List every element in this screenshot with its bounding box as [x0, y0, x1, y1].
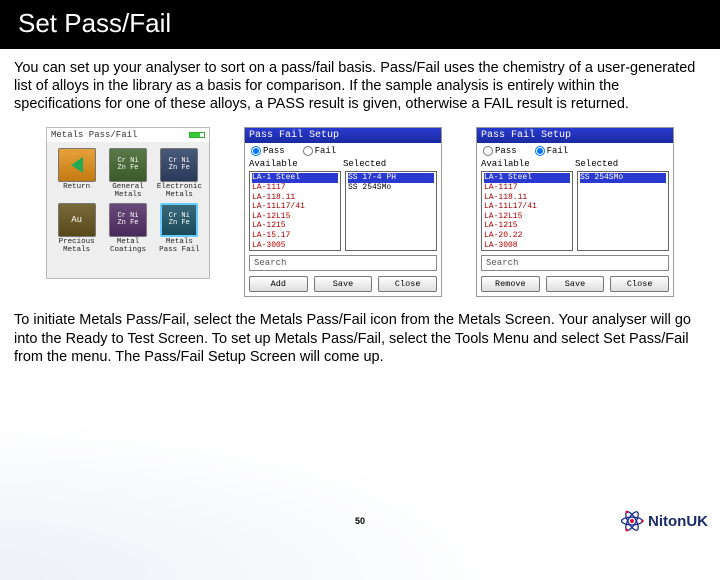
logo-text: NitonUK [648, 513, 708, 530]
list-item[interactable]: LA-118.11 [252, 193, 338, 203]
metals-passfail-button[interactable]: Cr NiZn Fe Metals Pass Fail [156, 203, 203, 254]
list-item[interactable]: LA-20.22 [484, 231, 570, 241]
list-item[interactable]: LA-12L15 [252, 212, 338, 222]
list-item[interactable]: LA-1117 [252, 183, 338, 193]
fail-radio-label: Fail [547, 146, 569, 156]
slide-title: Set Pass/Fail [0, 0, 720, 49]
list-item[interactable]: LA-15.17 [252, 231, 338, 241]
selected-list[interactable]: SS 17-4 PH SS 254SMo [345, 171, 437, 251]
panel-title: Pass Fail Setup [477, 128, 673, 143]
list-item[interactable]: LA-1 Steel [252, 173, 338, 183]
metal-coatings-button[interactable]: Cr NiZn Fe Metal Coatings [104, 203, 151, 254]
precious-metals-button[interactable]: Au Precious Metals [53, 203, 100, 254]
page-number: 50 [355, 516, 365, 526]
list-item[interactable]: LA-1215 [252, 221, 338, 231]
selected-list[interactable]: SS 254SMo [577, 171, 669, 251]
add-button[interactable]: Add [249, 276, 308, 292]
metals-passfail-label: Metals Pass Fail [156, 239, 203, 254]
pass-radio[interactable]: Pass [251, 146, 285, 156]
panel-title: Pass Fail Setup [245, 128, 441, 143]
selected-header: Selected [343, 159, 437, 169]
passfail-setup-pass-panel: Pass Fail Setup Pass Fail Available Sele… [244, 127, 442, 297]
metal-coatings-label: Metal Coatings [104, 239, 151, 254]
list-item[interactable]: SS 254SMo [580, 173, 666, 183]
instructions-paragraph: To initiate Metals Pass/Fail, select the… [0, 301, 720, 373]
list-item[interactable]: LA-3005 [252, 241, 338, 251]
list-item[interactable]: LA-11L17/41 [484, 202, 570, 212]
close-button[interactable]: Close [378, 276, 437, 292]
pass-radio-label: Pass [495, 146, 517, 156]
list-item[interactable]: SS 254SMo [348, 183, 434, 193]
precious-metals-label: Precious Metals [53, 239, 100, 254]
available-list[interactable]: LA-1 Steel LA-1117 LA-118.11 LA-11L17/41… [249, 171, 341, 251]
general-metals-button[interactable]: Cr NiZn Fe General Metals [104, 148, 151, 199]
fail-radio[interactable]: Fail [535, 146, 569, 156]
atom-icon [619, 508, 645, 534]
search-input[interactable]: Search [249, 255, 437, 271]
list-item[interactable]: LA-1215 [484, 221, 570, 231]
list-item[interactable]: LA-1 Steel [484, 173, 570, 183]
fail-radio-label: Fail [315, 146, 337, 156]
search-input[interactable]: Search [481, 255, 669, 271]
intro-paragraph: You can set up your analyser to sort on … [0, 49, 720, 121]
save-button[interactable]: Save [546, 276, 605, 292]
device-screen-title: Metals Pass/Fail [51, 130, 137, 140]
list-item[interactable]: LA-12L15 [484, 212, 570, 222]
save-button[interactable]: Save [314, 276, 373, 292]
close-button[interactable]: Close [610, 276, 669, 292]
list-item[interactable]: LA-1008/40/41 [252, 250, 338, 251]
pass-radio[interactable]: Pass [483, 146, 517, 156]
nitonuk-logo: NitonUK [619, 508, 708, 534]
available-header: Available [249, 159, 343, 169]
fail-radio[interactable]: Fail [303, 146, 337, 156]
list-item[interactable]: LA-1117 [484, 183, 570, 193]
list-item[interactable]: LA-118.11 [484, 193, 570, 203]
general-metals-label: General Metals [104, 184, 151, 199]
available-list[interactable]: LA-1 Steel LA-1117 LA-118.11 LA-11L17/41… [481, 171, 573, 251]
available-header: Available [481, 159, 575, 169]
metals-menu-screen: Metals Pass/Fail Return Cr NiZn Fe Gener… [46, 127, 210, 279]
screenshots-row: Metals Pass/Fail Return Cr NiZn Fe Gener… [0, 121, 720, 301]
list-item[interactable]: LA-11L17/41 [252, 202, 338, 212]
electronic-metals-label: Electronic Metals [156, 184, 203, 199]
pass-radio-label: Pass [263, 146, 285, 156]
remove-button[interactable]: Remove [481, 276, 540, 292]
return-label: Return [63, 184, 90, 192]
list-item[interactable]: LA-1308/40/41 [484, 250, 570, 251]
electronic-metals-button[interactable]: Cr NiZn Fe Electronic Metals [156, 148, 203, 199]
list-item[interactable]: LA-3008 [484, 241, 570, 251]
list-item[interactable]: SS 17-4 PH [348, 173, 434, 183]
battery-icon [189, 132, 205, 138]
passfail-setup-fail-panel: Pass Fail Setup Pass Fail Available Sele… [476, 127, 674, 297]
selected-header: Selected [575, 159, 669, 169]
return-icon-button[interactable]: Return [53, 148, 100, 199]
